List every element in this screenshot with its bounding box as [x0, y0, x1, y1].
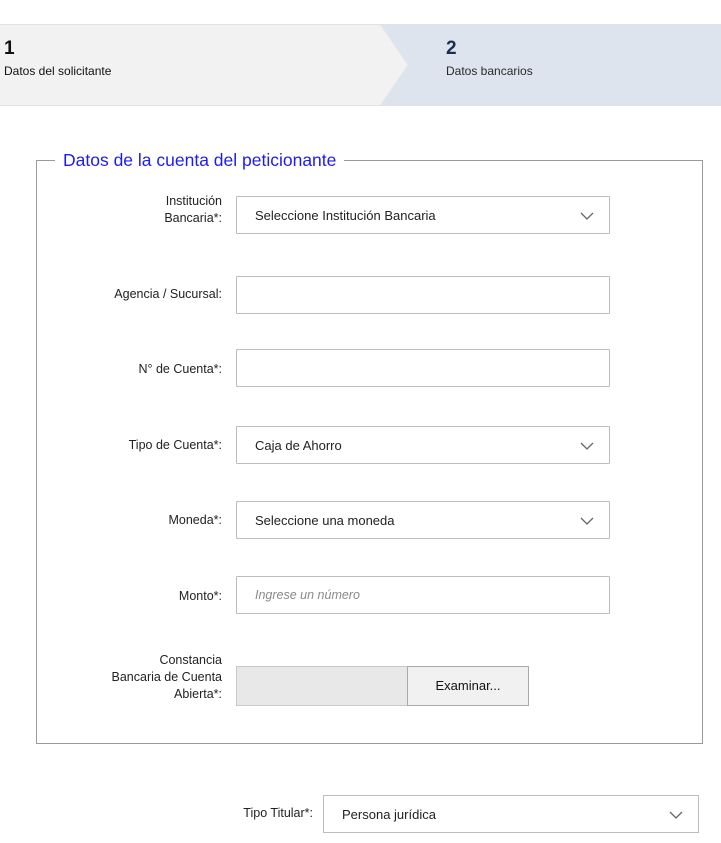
chevron-down-icon [580, 442, 594, 450]
constancia-label-line1: Constancia [159, 653, 222, 667]
moneda-label: Moneda*: [168, 513, 222, 527]
tipo-cuenta-select[interactable]: Caja de Ahorro [236, 426, 610, 464]
tipo-cuenta-label: Tipo de Cuenta*: [128, 438, 222, 452]
constancia-label-line2: Bancaria de Cuenta [111, 670, 223, 684]
tipo-titular-label: Tipo Titular*: [243, 806, 313, 820]
chevron-down-icon [580, 212, 594, 220]
institucion-select[interactable]: Seleccione Institución Bancaria [236, 196, 610, 234]
institucion-select-value: Seleccione Institución Bancaria [255, 208, 436, 223]
institucion-label: Institución Bancaria*: [164, 193, 222, 227]
fieldset-legend: Datos de la cuenta del peticionante [55, 149, 345, 171]
moneda-select[interactable]: Seleccione una moneda [236, 501, 610, 539]
monto-input-placeholder: Ingrese un número [255, 588, 360, 602]
chevron-down-icon [580, 517, 594, 525]
monto-input[interactable]: Ingrese un número [236, 576, 610, 614]
step-1-number: 1 [4, 38, 15, 59]
monto-label: Monto*: [178, 589, 222, 603]
step-1-label: Datos del solicitante [4, 64, 112, 78]
step-2[interactable]: 2 Datos bancarios [446, 38, 533, 79]
top-spacer [0, 0, 721, 24]
wizard-stepper: 1 Datos del solicitante 2 Datos bancario… [0, 24, 721, 106]
institucion-label-line2: Bancaria*: [164, 211, 222, 225]
institucion-label-line1: Institución [165, 194, 222, 208]
constancia-label: Constancia Bancaria de Cuenta Abierta*: [112, 652, 223, 703]
constancia-label-line3: Abierta*: [174, 687, 222, 701]
agencia-label: Agencia / Sucursal: [114, 287, 222, 301]
tipo-cuenta-select-value: Caja de Ahorro [255, 438, 342, 453]
chevron-down-icon [669, 811, 683, 819]
step-2-label: Datos bancarios [446, 64, 533, 78]
moneda-select-value: Seleccione una moneda [255, 513, 395, 528]
cuenta-input[interactable] [236, 349, 610, 387]
browse-file-button[interactable]: Examinar... [407, 666, 529, 706]
cuenta-label: N° de Cuenta*: [138, 362, 222, 376]
tipo-titular-select-value: Persona jurídica [342, 807, 436, 822]
file-name-display [236, 666, 408, 706]
step-2-number: 2 [446, 38, 457, 59]
agencia-input[interactable] [236, 276, 610, 314]
tipo-titular-select[interactable]: Persona jurídica [323, 795, 699, 833]
step-1[interactable]: 1 Datos del solicitante [4, 38, 111, 79]
